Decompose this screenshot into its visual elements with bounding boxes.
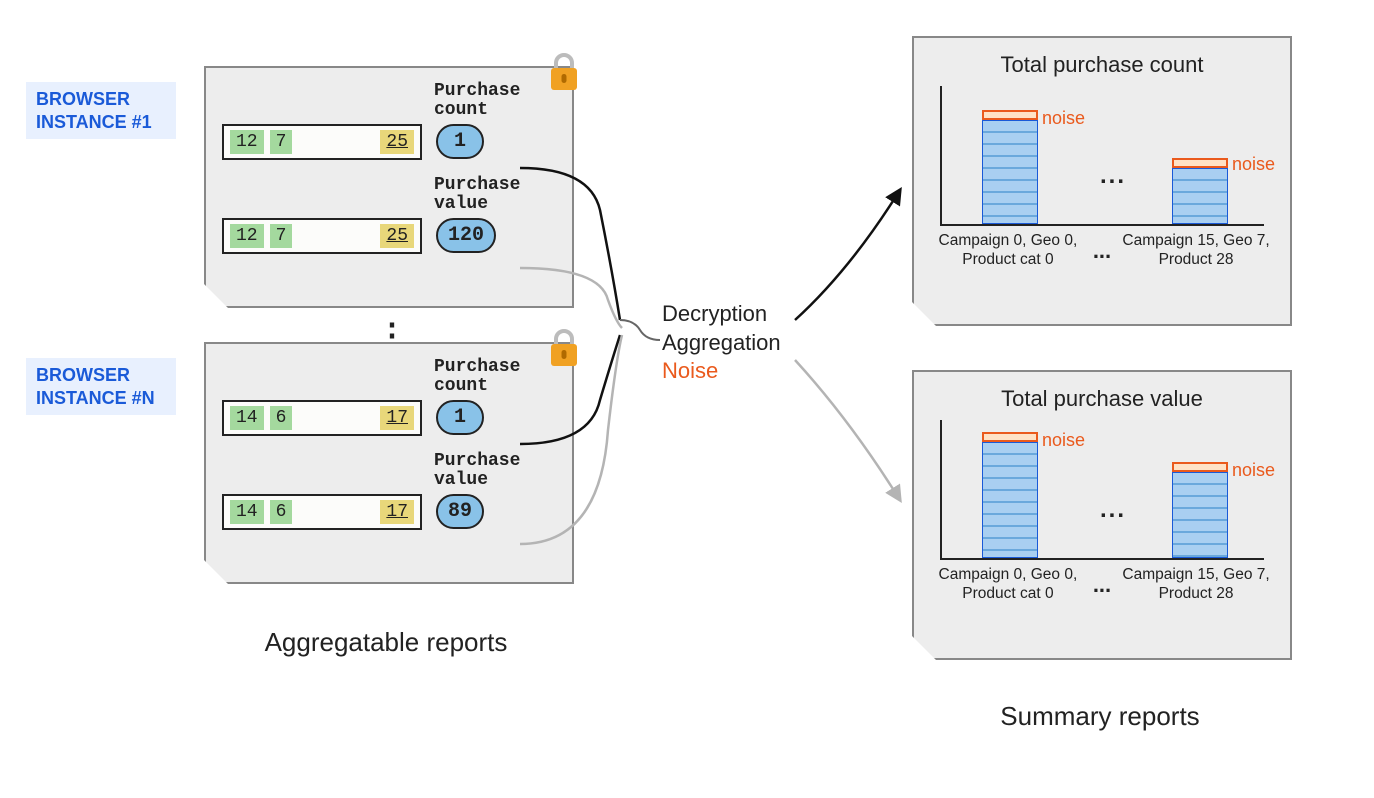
key-segment: 7	[270, 224, 293, 248]
key-row: 12 7 25	[222, 124, 422, 160]
summary-value-title: Total purchase value	[934, 386, 1270, 412]
category-left: Campaign 0, Geo 0, Product cat 0	[934, 566, 1082, 603]
noise-label: noise	[1042, 430, 1085, 451]
aggregatable-reports-label: Aggregatable reports	[246, 626, 526, 659]
summary-reports-label: Summary reports	[980, 700, 1220, 733]
summary-report-value: Total purchase value noise ... noise Cam…	[912, 370, 1292, 660]
key-segment: 17	[380, 500, 414, 524]
key-segment: 12	[230, 130, 264, 154]
category-right: Campaign 15, Geo 7, Product 28	[1122, 566, 1270, 603]
purchase-value-label: Purchase value	[434, 452, 534, 490]
key-row: 12 7 25	[222, 218, 422, 254]
key-segment: 12	[230, 224, 264, 248]
process-steps: Decryption Aggregation Noise	[662, 300, 781, 386]
purchase-value-label: Purchase value	[434, 176, 534, 214]
category-left: Campaign 0, Geo 0, Product cat 0	[934, 232, 1082, 269]
key-segment: 14	[230, 406, 264, 430]
key-segment: 7	[270, 130, 293, 154]
process-aggregation: Aggregation	[662, 329, 781, 358]
noise-label: noise	[1232, 154, 1275, 175]
purchase-count-label: Purchase count	[434, 82, 534, 120]
purchase-count-label: Purchase count	[434, 358, 534, 396]
key-segment: 6	[270, 406, 293, 430]
key-row: 14 6 17	[222, 400, 422, 436]
summary-count-chart: noise ... noise	[940, 86, 1264, 226]
key-segment: 14	[230, 500, 264, 524]
bar-ellipsis: ...	[1100, 162, 1126, 190]
summary-report-count: Total purchase count noise ... noise Cam…	[912, 36, 1292, 326]
purchase-value-value: 120	[436, 218, 496, 253]
aggregatable-report-n: Purchase count 14 6 17 1 Purchase value	[204, 342, 574, 584]
purchase-count-value: 1	[436, 400, 484, 435]
category-right: Campaign 15, Geo 7, Product 28	[1122, 232, 1270, 269]
lock-icon	[548, 328, 580, 368]
summary-count-title: Total purchase count	[934, 52, 1270, 78]
noise-label: noise	[1042, 108, 1085, 129]
bar-ellipsis: ...	[1100, 496, 1126, 524]
category-ellipsis: ...	[1082, 572, 1122, 598]
purchase-value-value: 89	[436, 494, 484, 529]
process-noise: Noise	[662, 357, 781, 386]
key-row: 14 6 17	[222, 494, 422, 530]
key-segment: 25	[380, 224, 414, 248]
lock-icon	[548, 52, 580, 92]
key-segment: 6	[270, 500, 293, 524]
process-decryption: Decryption	[662, 300, 781, 329]
key-segment: 25	[380, 130, 414, 154]
purchase-count-value: 1	[436, 124, 484, 159]
noise-label: noise	[1232, 460, 1275, 481]
browser-instance-n-label: BROWSER INSTANCE #N	[26, 358, 176, 415]
key-segment: 17	[380, 406, 414, 430]
browser-instance-1-label: BROWSER INSTANCE #1	[26, 82, 176, 139]
aggregatable-report-1: Purchase count 12 7 25 1 Purchase value	[204, 66, 574, 308]
category-ellipsis: ...	[1082, 238, 1122, 264]
summary-value-chart: noise ... noise	[940, 420, 1264, 560]
